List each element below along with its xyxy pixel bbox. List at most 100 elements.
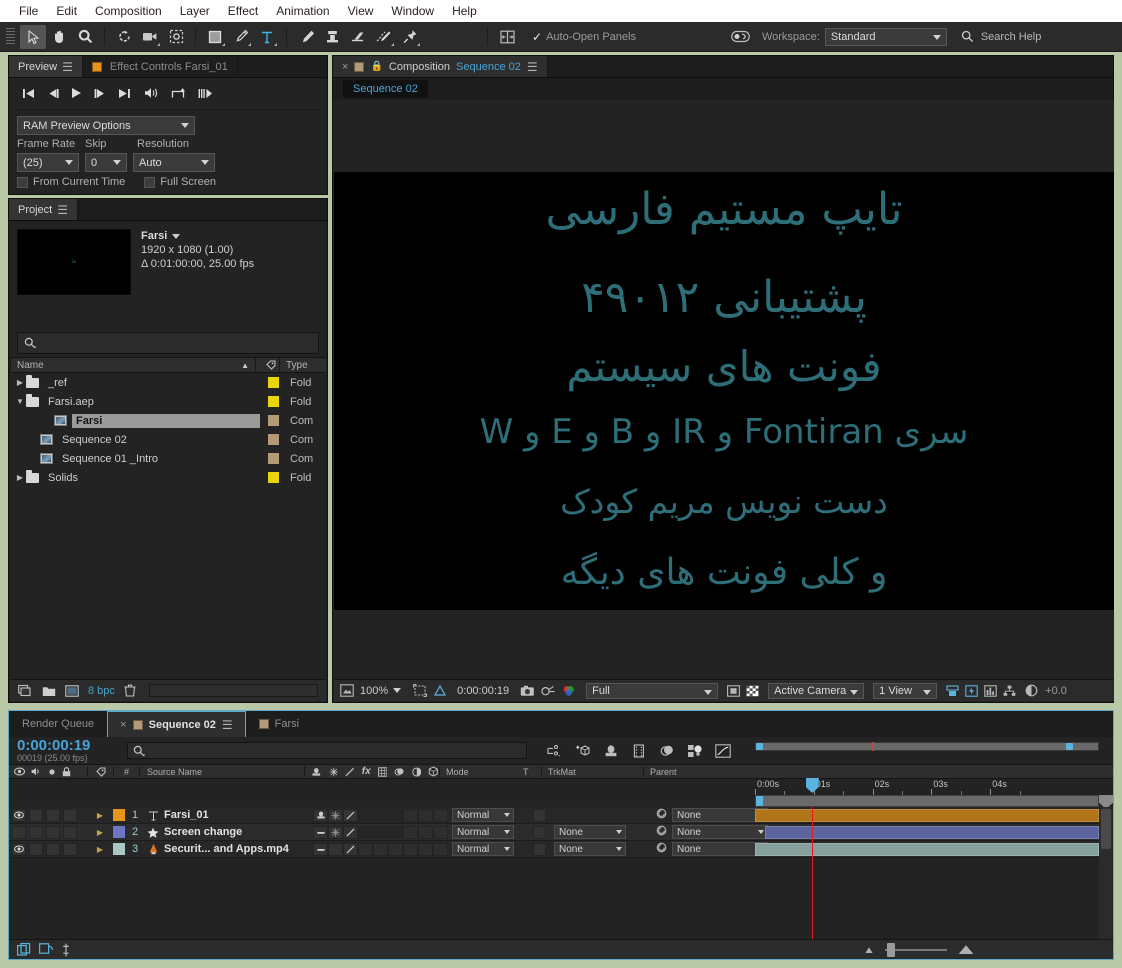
column-header-type[interactable]: Type (279, 358, 326, 372)
stretch-handle-icon[interactable] (61, 943, 71, 957)
project-item-row[interactable]: ▶ _ref Fold (10, 373, 326, 392)
layer-shy-switch[interactable] (313, 808, 328, 822)
layer-audio-toggle[interactable] (29, 825, 43, 839)
zoom-in-timeline-icon[interactable] (957, 944, 975, 955)
frame-blending-icon[interactable] (631, 743, 647, 759)
zoom-level-select[interactable]: 100% (360, 685, 402, 697)
parent-pickwhip-icon[interactable] (656, 842, 667, 856)
layer-quality-switch[interactable] (343, 825, 358, 839)
sub-tab-sequence-02[interactable]: Sequence 02 (343, 80, 428, 98)
pan-behind-tool[interactable] (163, 25, 189, 49)
parent-pickwhip-icon[interactable] (656, 825, 667, 839)
layer-switch-cell[interactable] (418, 808, 433, 822)
layer-trkmat-select[interactable]: None (554, 842, 626, 856)
project-item-row[interactable]: Sequence 02 Com (10, 430, 326, 449)
project-item-row[interactable]: Sequence 01 _Intro Com (10, 449, 326, 468)
chevron-down-icon[interactable]: ▼ (14, 397, 26, 406)
tab-preview[interactable]: Preview ☰ (9, 56, 83, 77)
toolbar-grip[interactable] (6, 27, 15, 46)
layer-duration-bar[interactable] (755, 843, 1099, 856)
rotation-tool[interactable] (111, 25, 137, 49)
panel-menu-icon[interactable]: ☰ (527, 60, 538, 74)
layer-collapse-switch[interactable] (328, 842, 343, 856)
menu-item-file[interactable]: File (10, 1, 47, 21)
layer-switch-cell[interactable] (373, 825, 388, 839)
fast-previews-icon[interactable] (965, 684, 978, 697)
layer-visibility-toggle[interactable] (12, 842, 26, 856)
lock-icon[interactable]: 🔒 (370, 61, 382, 72)
timeline-ruler[interactable]: 0:00s 01s 02s 03s 04s (755, 778, 1099, 795)
timeline-tab[interactable]: Render Queue (9, 711, 107, 737)
pen-tool[interactable] (228, 25, 254, 49)
delete-icon[interactable] (124, 684, 136, 697)
label-color-swatch[interactable] (267, 472, 279, 483)
new-comp-icon[interactable] (18, 684, 33, 697)
show-snapshot-icon[interactable] (541, 685, 556, 697)
scrollbar-thumb[interactable] (1101, 809, 1111, 849)
puppet-pin-tool[interactable] (397, 25, 423, 49)
column-header-name[interactable]: Name ▲ (10, 358, 255, 372)
zoom-out-timeline-icon[interactable] (863, 945, 875, 954)
draft-3d-icon[interactable] (575, 743, 591, 759)
resolution-select[interactable]: Full (586, 682, 719, 699)
full-screen-checkbox[interactable] (144, 176, 156, 188)
layer-quality-switch[interactable] (343, 842, 358, 856)
layer-audio-toggle[interactable] (29, 808, 43, 822)
pixel-aspect-icon[interactable] (946, 684, 959, 697)
layer-parent-select[interactable]: None (672, 808, 768, 822)
layer-switch-cell[interactable] (403, 842, 418, 856)
view-count-select[interactable]: 1 View (873, 682, 938, 699)
layer-parent-select[interactable]: None (672, 825, 768, 839)
layer-switch-cell[interactable] (403, 825, 418, 839)
project-search-bar[interactable] (17, 332, 319, 354)
layer-name[interactable]: Screen change (161, 826, 313, 838)
work-area-start-handle[interactable] (756, 796, 763, 806)
layer-lock-toggle[interactable] (63, 842, 77, 856)
layer-switch-cell[interactable] (388, 825, 403, 839)
prev-frame-button[interactable] (41, 84, 63, 102)
play-button[interactable] (65, 84, 87, 102)
menu-item-window[interactable]: Window (382, 1, 443, 21)
auto-open-panels-checkbox[interactable]: ✓ (532, 30, 542, 44)
label-color-swatch[interactable] (267, 415, 279, 426)
audio-toggle-button[interactable] (140, 84, 162, 102)
first-frame-button[interactable] (17, 84, 39, 102)
region-toggle-icon[interactable] (727, 684, 741, 697)
chevron-right-icon[interactable]: ▶ (14, 378, 26, 387)
layer-collapse-switch[interactable] (328, 808, 343, 822)
layer-solo-toggle[interactable] (46, 825, 60, 839)
region-of-interest-icon[interactable] (413, 684, 428, 697)
menu-item-view[interactable]: View (339, 1, 383, 21)
brush-tool[interactable] (293, 25, 319, 49)
project-thumbnail[interactable]: فا (17, 229, 131, 295)
timeline-search-input[interactable] (127, 742, 527, 759)
workspace-icon[interactable] (728, 25, 754, 49)
motion-blur-icon[interactable] (659, 743, 675, 759)
chevron-right-icon[interactable]: ▶ (14, 473, 26, 482)
always-preview-icon[interactable] (340, 684, 354, 697)
layer-switch-cell[interactable] (373, 808, 388, 822)
panel-menu-icon[interactable]: ☰ (57, 203, 68, 217)
hide-shy-layers-icon[interactable] (603, 743, 619, 759)
zoom-tool[interactable] (72, 25, 98, 49)
selection-tool[interactable] (20, 24, 46, 49)
layer-preserve-transparency[interactable] (532, 842, 546, 856)
type-tool[interactable] (254, 25, 280, 49)
bit-depth-label[interactable]: 8 bpc (88, 685, 115, 697)
layer-quality-switch[interactable] (343, 808, 358, 822)
layer-name[interactable]: Securit... and Apps.mp4 (161, 843, 313, 855)
layer-visibility-toggle[interactable] (12, 825, 26, 839)
label-color-swatch[interactable] (267, 434, 279, 445)
composition-canvas[interactable]: تایپ مستیم فارسی پشتیبانی ۴۹۰۱۲ فونت های س… (334, 172, 1114, 610)
layer-switch-cell[interactable] (388, 808, 403, 822)
layer-color-chip[interactable] (113, 826, 125, 838)
layer-audio-toggle[interactable] (29, 842, 43, 856)
frame-rate-select[interactable]: (25) (17, 153, 79, 172)
scrollbar-right-handle[interactable] (1066, 743, 1073, 750)
layer-expand-triangle[interactable]: ▶ (87, 811, 113, 820)
chevron-down-icon[interactable] (172, 233, 181, 239)
layer-switch-cell[interactable] (373, 842, 388, 856)
layer-lock-toggle[interactable] (63, 808, 77, 822)
label-color-swatch[interactable] (267, 453, 279, 464)
next-frame-button[interactable] (89, 84, 111, 102)
